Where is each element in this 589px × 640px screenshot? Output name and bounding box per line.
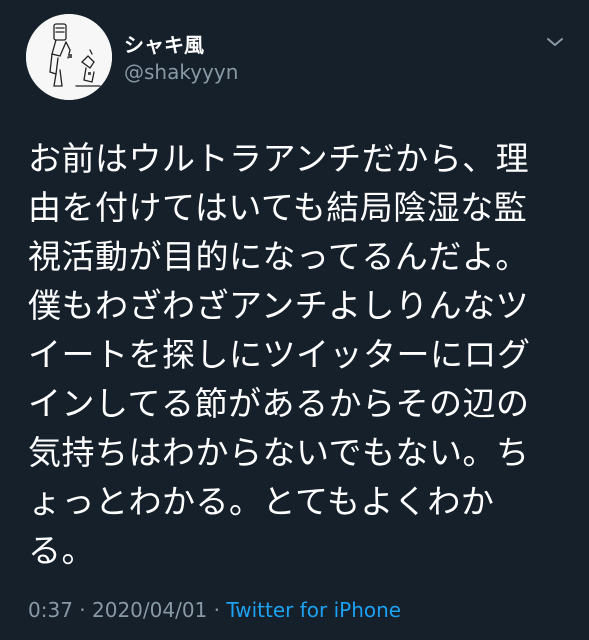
separator: · xyxy=(207,598,227,622)
separator: · xyxy=(72,598,92,622)
tweet-text-line: る。 xyxy=(28,531,95,570)
tweet-text-line: お前はウルトラアンチだから、理 xyxy=(28,139,530,178)
tweet-text-line: 視活動が目的になってるんだよ。 xyxy=(28,237,529,276)
tweet-source-link[interactable]: Twitter for iPhone xyxy=(226,598,401,622)
tweet-meta: 0:37 · 2020/04/01 · Twitter for iPhone xyxy=(28,598,401,622)
user-handle[interactable]: @shakyyyn xyxy=(124,60,238,84)
tweet-text: お前はウルトラアンチだから、理 由を付けてはいても結局陰湿な監 視活動が目的にな… xyxy=(28,134,558,575)
tweet-date[interactable]: 2020/04/01 xyxy=(92,598,207,622)
display-name[interactable]: シャキ風 xyxy=(124,29,204,58)
tweet-time[interactable]: 0:37 xyxy=(28,598,73,622)
tweet-text-line: 由を付けてはいても結局陰湿な監 xyxy=(28,188,528,227)
tweet-text-line: インしてる節があるからその辺の xyxy=(28,384,530,423)
chevron-down-icon[interactable] xyxy=(543,30,567,54)
tweet-text-line: 僕もわざわざアンチよしりんなツ xyxy=(28,286,530,325)
avatar[interactable] xyxy=(26,14,112,100)
tweet-text-line: ょっとわかる。とてもよくわか xyxy=(28,482,495,521)
tweet-card: シャキ風 @shakyyyn お前はウルトラアンチだから、理 由を付けてはいても… xyxy=(0,0,589,640)
tweet-text-line: イートを探しにツイッターにログ xyxy=(28,335,531,374)
tweet-text-line: 気持ちはわからないでもない。ち xyxy=(28,433,530,472)
avatar-drawing xyxy=(26,14,112,100)
